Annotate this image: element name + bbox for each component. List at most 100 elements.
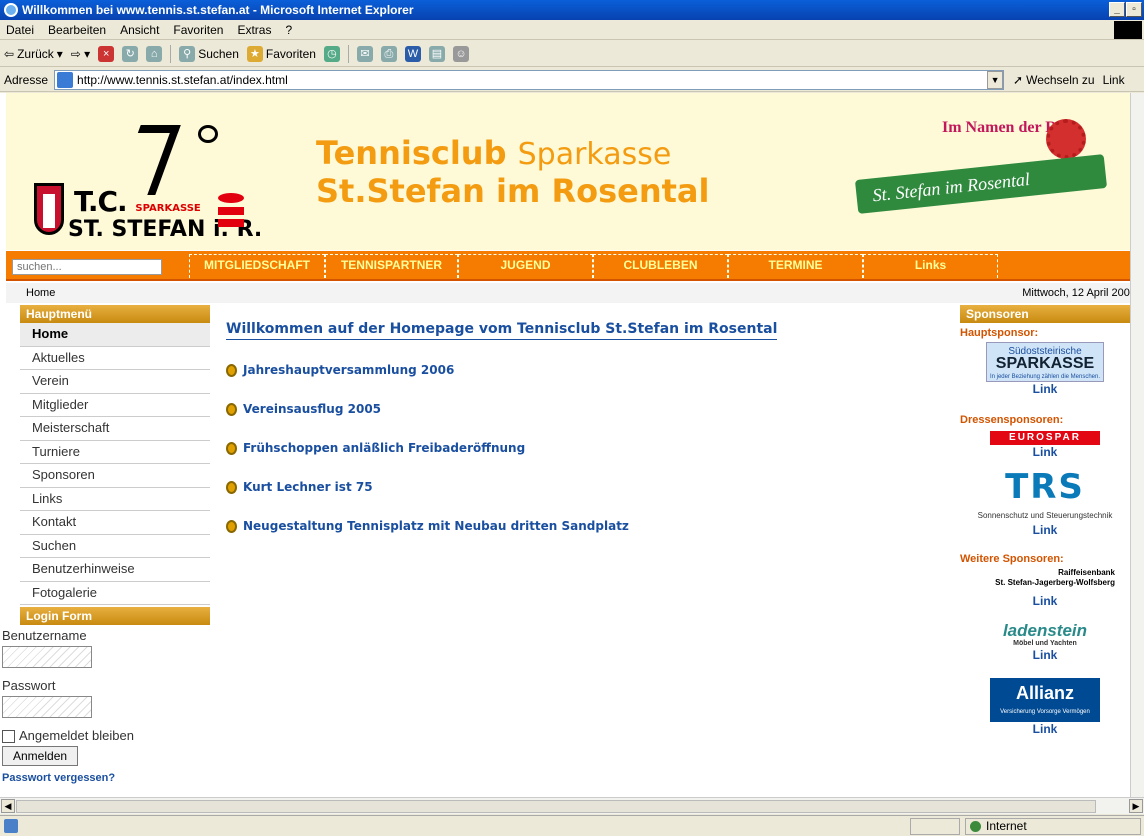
menu-item-links[interactable]: Links [20,487,210,511]
scroll-thumb[interactable] [16,800,1096,813]
menu-item-mitglieder[interactable]: Mitglieder [20,393,210,417]
sponsor-link[interactable]: Link [960,382,1130,396]
menu-item-verein[interactable]: Verein [20,370,210,394]
menu-help[interactable]: ? [285,23,292,37]
page-status-icon [4,819,18,833]
nav-clubleben[interactable]: CLUBLEBEN [593,254,728,278]
word-icon[interactable]: W [404,45,421,62]
address-label: Adresse [4,72,49,87]
nav-tennispartner[interactable]: TENNISPARTNER [325,254,458,278]
page-viewport: T.C. SPARKASSE ST. STEFAN i. R. Tenniscl… [0,93,1130,797]
menu-datei[interactable]: Datei [6,23,34,37]
history-icon[interactable]: ◷ [323,45,340,62]
sparkasse-icon [218,193,244,233]
main-sponsor-label: Hauptsponsor: [960,327,1039,339]
menu-item-suchen[interactable]: Suchen [20,534,210,558]
toolbar: ⇦ Zurück ▾ ⇨ ▾ × ↻ ⌂ ⚲ Suchen ★ Favoriten ◷… [0,41,1144,67]
racket-icon [198,125,218,143]
menu-favoriten[interactable]: Favoriten [173,23,223,37]
address-input[interactable]: http://www.tennis.st.stefan.at/index.htm… [54,69,1005,90]
sponsor-link[interactable]: Link [960,722,1130,736]
horizontal-scrollbar[interactable]: ◀ ▶ [0,797,1144,814]
discuss-icon[interactable]: ▤ [428,45,445,62]
ladenstein-logo[interactable]: ladenstein Möbel und Yachten [975,622,1115,648]
login-form-title: Login Form [20,607,210,625]
menu-item-aktuelles[interactable]: Aktuelles [20,346,210,370]
refresh-icon[interactable]: ↻ [122,45,139,62]
browser-window: Willkommen bei www.tennis.st.stefan.at -… [0,0,1144,836]
trs-logo[interactable]: TRS Sonnenschutz und Steuerungstechnik [965,467,1125,523]
breadcrumb: Home Mittwoch, 12 April 2006 [6,283,1130,303]
page-title: Willkommen auf der Homepage vom Tenniscl… [226,321,778,340]
raiffeisen-logo[interactable]: Raiffeisenbank St. Stefan-Jagerberg-Wolfs… [975,568,1115,594]
eurospar-logo[interactable]: EUROSPAR [990,431,1100,445]
menu-item-meisterschaft[interactable]: Meisterschaft [20,417,210,441]
more-sponsors-label: Weitere Sponsoren: [960,553,1064,565]
windows-logo-icon [1114,21,1142,39]
dress-sponsor-label: Dressensponsoren: [960,414,1064,426]
maximize-button[interactable]: ▫ [1126,2,1142,17]
news-item[interactable]: Neugestaltung Tennisplatz mit Neubau dri… [226,517,946,535]
search-icon: ⚲ [179,45,196,62]
menu-item-turniere[interactable]: Turniere [20,440,210,464]
news-item[interactable]: Kurt Lechner ist 75 [226,478,946,496]
news-item[interactable]: Jahreshauptversammlung 2006 [226,361,946,379]
favorites-button[interactable]: ★ Favoriten [246,45,316,62]
menu-item-kontakt[interactable]: Kontakt [20,511,210,535]
go-arrow-icon: ➚ [1013,72,1024,87]
scroll-right-icon[interactable]: ▶ [1129,799,1143,813]
menu-item-sponsoren[interactable]: Sponsoren [20,464,210,488]
password-field[interactable] [2,696,92,718]
tennis-ball-icon [226,402,237,416]
sponsor-link[interactable]: Link [960,648,1130,662]
mail-icon[interactable]: ✉ [356,45,373,62]
go-button[interactable]: ➚ Wechseln zu [1013,73,1095,87]
back-button[interactable]: ⇦ Zurück ▾ [4,47,63,61]
search-button[interactable]: ⚲ Suchen [179,45,239,62]
main-menu-title: Hauptmenü [20,305,210,323]
forgot-password-link[interactable]: Passwort vergessen? [2,772,210,784]
home-icon[interactable]: ⌂ [146,45,163,62]
username-field[interactable] [2,646,92,668]
site-title: Tennisclub Sparkasse St.Stefan im Rosent… [316,134,710,210]
news-item[interactable]: Frühschoppen anläßlich Freibaderöffnung [226,439,946,457]
login-button[interactable]: Anmelden [2,746,79,767]
forward-button[interactable]: ⇨ ▾ [71,47,90,61]
menu-item-home[interactable]: Home [20,323,210,347]
menu-extras[interactable]: Extras [237,23,271,37]
top-navigation: MITGLIEDSCHAFT TENNISPARTNER JUGEND CLUB… [6,251,1130,281]
vertical-scrollbar[interactable] [1130,93,1144,797]
rose-logo: Im Namen der Rose St. Stefan im Rosental [854,119,1116,229]
nav-termine[interactable]: TERMINE [728,254,863,278]
remember-checkbox[interactable] [2,730,15,744]
news-item[interactable]: Vereinsausflug 2005 [226,400,946,418]
tennis-ball-icon [226,519,237,533]
star-icon: ★ [246,45,263,62]
back-arrow-icon: ⇦ [4,46,15,61]
search-input[interactable] [12,259,162,275]
minimize-button[interactable]: _ [1109,2,1125,17]
left-sidebar: Hauptmenü Home Aktuelles Verein Mitglied… [2,305,210,797]
main-content: Willkommen auf der Homepage vom Tenniscl… [226,321,946,535]
scroll-left-icon[interactable]: ◀ [1,799,15,813]
sparkasse-logo[interactable]: Südoststeirische SPARKASSE In jeder Bezieh… [986,342,1104,382]
nav-links[interactable]: Links [863,254,998,278]
menu-item-benutzerhinweise[interactable]: Benutzerhinweise [20,558,210,582]
password-label: Passwort [2,678,56,693]
page-icon [57,71,74,88]
sponsor-link[interactable]: Link [960,594,1130,608]
allianz-logo[interactable]: Allianz Versicherung Vorsorge Vermögen [990,678,1100,722]
nav-mitgliedschaft[interactable]: MITGLIEDSCHAFT [189,254,325,278]
sponsor-link[interactable]: Link [960,445,1130,459]
nav-jugend[interactable]: JUGEND [458,254,593,278]
menu-item-fotogalerie[interactable]: Fotogalerie [20,581,210,605]
breadcrumb-home[interactable]: Home [26,283,55,303]
address-dropdown-icon[interactable]: ▼ [987,70,1004,89]
menu-bearbeiten[interactable]: Bearbeiten [48,23,106,37]
menu-ansicht[interactable]: Ansicht [120,23,159,37]
sponsor-link[interactable]: Link [960,523,1130,537]
print-icon[interactable]: ⎙ [380,45,397,62]
links-button[interactable]: Link [1103,73,1125,87]
stop-icon[interactable]: × [98,45,115,62]
messenger-icon[interactable]: ☺ [452,45,469,62]
